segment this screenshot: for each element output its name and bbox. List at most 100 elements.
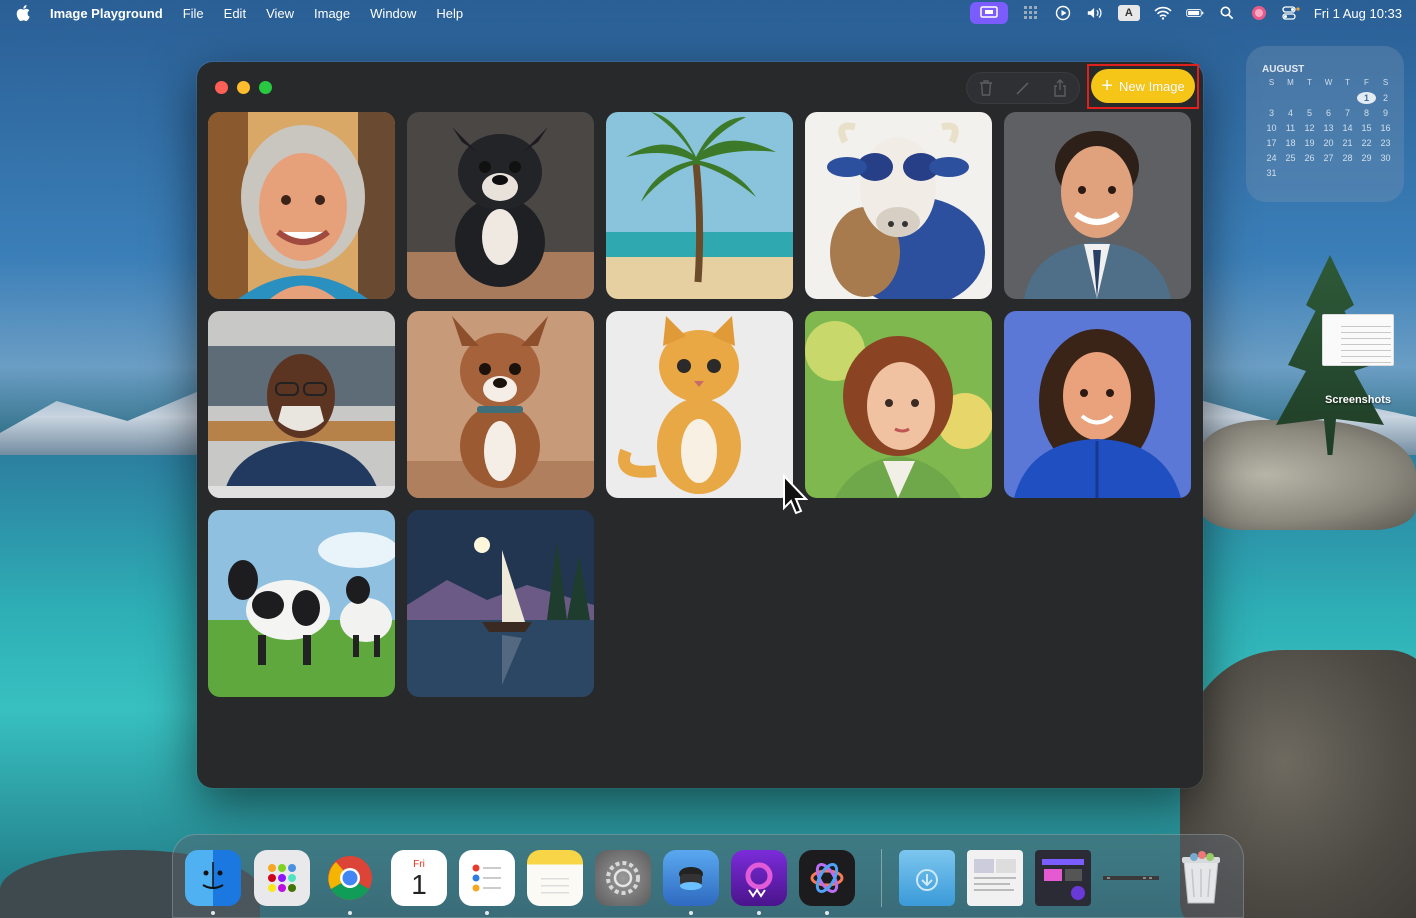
calendar-day: 16 xyxy=(1380,123,1391,133)
calendar-weekday: M xyxy=(1287,78,1294,87)
trash-icon[interactable] xyxy=(1173,850,1229,906)
calendar-day: 1 xyxy=(1357,92,1376,104)
pencil-icon[interactable] xyxy=(1010,75,1036,101)
dock: Fri 1 xyxy=(172,834,1244,918)
gallery-image-orange-cat[interactable] xyxy=(606,311,793,498)
screen-recorder-thumbnail-icon[interactable] xyxy=(1035,850,1091,906)
calendar-weekday: W xyxy=(1324,78,1333,87)
calendar-day: 30 xyxy=(1380,153,1391,163)
calendar-day: 26 xyxy=(1304,153,1315,163)
chrome-icon[interactable] xyxy=(322,850,378,906)
utility-app-icon[interactable] xyxy=(663,850,719,906)
wondershare-icon[interactable] xyxy=(731,850,787,906)
calendar-day: 29 xyxy=(1361,153,1372,163)
battery-icon[interactable] xyxy=(1186,5,1204,21)
calendar-day: 13 xyxy=(1323,123,1334,133)
finder-icon[interactable] xyxy=(185,850,241,906)
mouse-cursor-icon xyxy=(782,473,809,516)
siri-icon[interactable] xyxy=(1250,5,1268,21)
gallery-image-black-dog[interactable] xyxy=(407,112,594,299)
file-thumbnail xyxy=(1322,314,1394,366)
minimized-window-icon[interactable] xyxy=(1103,850,1159,906)
trash-icon[interactable] xyxy=(973,75,999,101)
gallery-image-woman-auburn[interactable] xyxy=(805,311,992,498)
calendar-day: 27 xyxy=(1323,153,1334,163)
calendar-weekday: S xyxy=(1382,78,1389,87)
desktop-file-label: Screenshots xyxy=(1324,394,1392,406)
gallery-image-older-man[interactable] xyxy=(208,311,395,498)
dock-calendar-day: Fri xyxy=(413,858,425,870)
calendar-day xyxy=(1338,92,1357,104)
calendar-day: 5 xyxy=(1306,108,1312,118)
calendar-day: 2 xyxy=(1382,93,1388,103)
calendar-month: AUGUST xyxy=(1262,64,1305,75)
calendar-day: 9 xyxy=(1382,108,1388,118)
notes-icon[interactable] xyxy=(527,850,583,906)
calendar-app-icon[interactable]: Fri 1 xyxy=(391,850,447,906)
gallery-image-palm-tree[interactable] xyxy=(606,112,793,299)
menu-edit[interactable]: Edit xyxy=(224,6,246,21)
gallery-image-sailboat[interactable] xyxy=(407,510,594,697)
dock-calendar-date: 1 xyxy=(411,868,427,900)
calendar-weekday: F xyxy=(1364,78,1369,87)
running-indicator xyxy=(485,911,489,915)
menu-bar-clock[interactable]: Fri 1 Aug 10:33 xyxy=(1314,6,1402,21)
grid-app-icon[interactable] xyxy=(1022,5,1040,21)
calendar-day: 14 xyxy=(1342,123,1353,133)
calendar-day xyxy=(1319,92,1338,104)
menu-window[interactable]: Window xyxy=(370,6,416,21)
system-settings-icon[interactable] xyxy=(595,850,651,906)
calendar-day: 17 xyxy=(1266,138,1277,148)
calendar-day: 25 xyxy=(1285,153,1296,163)
screen-share-icon[interactable] xyxy=(969,2,1008,24)
minimize-window-button[interactable] xyxy=(237,81,250,94)
calendar-weekday: T xyxy=(1345,78,1350,87)
image-playground-icon[interactable] xyxy=(799,850,855,906)
gallery-image-blue-cow[interactable] xyxy=(805,112,992,299)
control-center-icon[interactable] xyxy=(1282,5,1300,21)
image-playground-window: + New Image xyxy=(197,62,1203,788)
desktop-file-screenshots[interactable]: Screenshots xyxy=(1318,314,1398,406)
running-indicator xyxy=(348,911,352,915)
calendar-day xyxy=(1281,92,1300,104)
menu-bar: Image Playground File Edit View Image Wi… xyxy=(0,0,1416,26)
wifi-icon[interactable] xyxy=(1154,5,1172,21)
toolbar-actions xyxy=(966,72,1080,104)
wallpaper-rocks xyxy=(1200,420,1416,530)
downloads-folder-icon[interactable] xyxy=(899,850,955,906)
gallery-image-woman-blue-jacket[interactable] xyxy=(1004,311,1191,498)
gallery-image-young-man[interactable] xyxy=(1004,112,1191,299)
menu-image[interactable]: Image xyxy=(314,6,350,21)
running-indicator xyxy=(689,911,693,915)
running-indicator xyxy=(825,911,829,915)
calendar-day: 15 xyxy=(1361,123,1372,133)
calendar-day xyxy=(1300,92,1319,104)
gallery-image-brown-dog[interactable] xyxy=(407,311,594,498)
volume-icon[interactable] xyxy=(1086,5,1104,21)
calendar-day: 22 xyxy=(1361,138,1372,148)
calendar-widget[interactable]: AUGUST S M T W T F S 1 2 3 4 5 6 7 8 9 10 11 12 13 14 15 16 17 1… xyxy=(1246,46,1404,202)
menu-help[interactable]: Help xyxy=(436,6,463,21)
app-name-menu[interactable]: Image Playground xyxy=(50,6,163,21)
input-source-icon[interactable]: A xyxy=(1117,5,1140,21)
running-indicator xyxy=(211,911,215,915)
spotlight-search-icon[interactable] xyxy=(1218,5,1236,21)
menu-file[interactable]: File xyxy=(183,6,204,21)
calendar-weekday: S xyxy=(1268,78,1275,87)
reminders-icon[interactable] xyxy=(459,850,515,906)
play-circle-icon[interactable] xyxy=(1054,5,1072,21)
share-icon[interactable] xyxy=(1047,75,1073,101)
calendar-day: 4 xyxy=(1287,108,1293,118)
gallery-image-cows-field[interactable] xyxy=(208,510,395,697)
calendar-day: 7 xyxy=(1344,108,1350,118)
running-indicator xyxy=(757,911,761,915)
close-window-button[interactable] xyxy=(215,81,228,94)
new-image-button[interactable]: + New Image xyxy=(1091,69,1195,103)
launchpad-icon[interactable] xyxy=(254,850,310,906)
menu-view[interactable]: View xyxy=(266,6,294,21)
apple-menu-icon[interactable] xyxy=(16,5,30,21)
calendar-day: 3 xyxy=(1268,108,1274,118)
screenshots-stack-icon[interactable] xyxy=(967,850,1023,906)
zoom-window-button[interactable] xyxy=(259,81,272,94)
gallery-image-older-woman[interactable] xyxy=(208,112,395,299)
